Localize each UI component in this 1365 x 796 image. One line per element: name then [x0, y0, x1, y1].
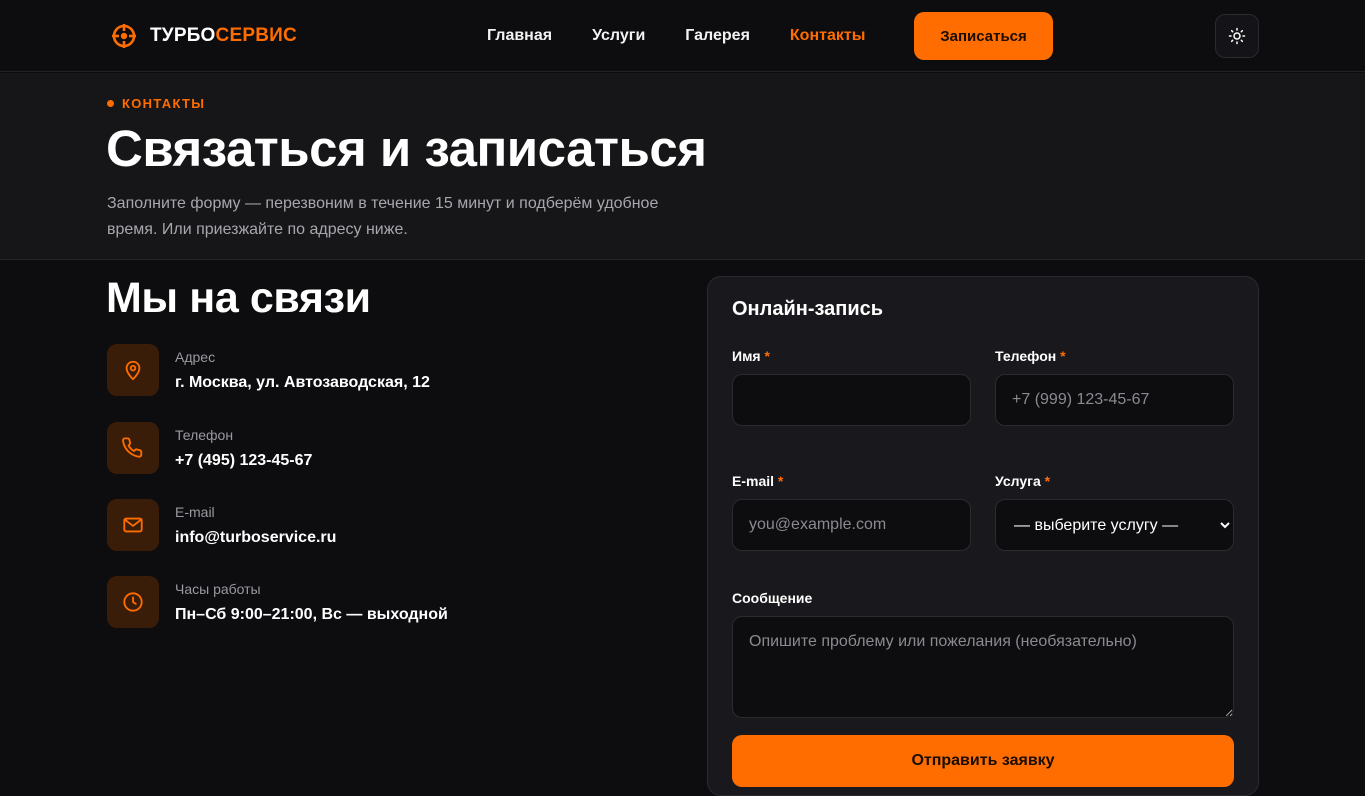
nav-item-contacts[interactable]: Контакты: [790, 26, 865, 46]
nav-item-home[interactable]: Главная: [487, 26, 552, 46]
nav-item-services[interactable]: Услуги: [592, 26, 645, 46]
contact-value: г. Москва, ул. Автозаводская, 12: [175, 374, 430, 391]
main-nav: Главная Услуги Галерея Контакты: [487, 26, 905, 46]
nav-item-gallery[interactable]: Галерея: [685, 26, 750, 46]
eyebrow-text: КОНТАКТЫ: [122, 96, 206, 111]
contact-value-email-link[interactable]: info@turboservice.ru: [175, 529, 336, 547]
sun-icon: [1228, 27, 1246, 45]
page-title: Связаться и записаться: [106, 120, 707, 177]
message-label: Сообщение: [732, 590, 813, 606]
submit-button[interactable]: Отправить заявку: [732, 735, 1234, 787]
required-mark: *: [1044, 473, 1051, 489]
clock-icon: [123, 592, 143, 612]
phone-label-text: Телефон: [995, 348, 1057, 364]
phone-input[interactable]: [995, 374, 1234, 426]
logo[interactable]: ТУРБОСЕРВИС: [111, 23, 297, 49]
contact-label: Телефон: [175, 427, 234, 443]
contact-item-phone: Телефон +7 (495) 123-45-67: [107, 422, 607, 474]
book-button[interactable]: Записаться: [914, 12, 1053, 60]
logo-text-part2: СЕРВИС: [215, 25, 297, 46]
name-label-text: Имя: [732, 348, 761, 364]
email-label: E-mail *: [732, 473, 783, 489]
logo-text-part1: ТУРБО: [150, 25, 216, 46]
email-input[interactable]: [732, 499, 971, 551]
contact-value-phone-link[interactable]: +7 (495) 123-45-67: [175, 452, 312, 470]
theme-toggle-button[interactable]: [1215, 14, 1259, 58]
required-mark: *: [777, 473, 784, 489]
phone-label: Телефон *: [995, 348, 1066, 364]
page-subtitle: Заполните форму — перезвоним в течение 1…: [107, 195, 659, 238]
contact-icon-box: [107, 576, 159, 628]
form-title: Онлайн-запись: [732, 298, 884, 320]
contact-item-email: E-mail info@turboservice.ru: [107, 499, 607, 551]
contact-label: E-mail: [175, 504, 215, 520]
crosshair-logo-icon: [112, 24, 136, 48]
name-label: Имя *: [732, 348, 770, 364]
logo-text: ТУРБОСЕРВИС: [150, 25, 297, 47]
site-header: ТУРБОСЕРВИС Главная Услуги Галерея Конта…: [0, 0, 1365, 72]
required-mark: *: [1060, 348, 1066, 364]
eyebrow: КОНТАКТЫ: [107, 96, 205, 111]
service-select[interactable]: — выберите услугу —: [995, 499, 1234, 551]
map-pin-icon: [125, 360, 141, 381]
contact-icon-box: [107, 422, 159, 474]
required-mark: *: [764, 348, 770, 364]
eyebrow-dot-icon: [107, 100, 114, 107]
hero-section: КОНТАКТЫ Связаться и записаться Заполнит…: [0, 73, 1365, 260]
message-textarea[interactable]: [732, 616, 1234, 718]
mail-icon: [123, 517, 143, 533]
email-label-text: E-mail: [732, 473, 775, 489]
service-label-text: Услуга: [995, 473, 1041, 489]
contact-label: Адрес: [175, 349, 216, 365]
service-label: Услуга *: [995, 473, 1050, 489]
contact-value: Пн–Сб 9:00–21:00, Вс — выходной: [175, 606, 448, 623]
contact-icon-box: [107, 344, 159, 396]
contacts-title: Мы на связи: [106, 274, 371, 322]
contact-icon-box: [107, 499, 159, 551]
phone-icon: [122, 437, 143, 458]
booking-form: Онлайн-запись Имя * Телефон * E-mail * У…: [707, 276, 1259, 796]
contact-label: Часы работы: [175, 581, 261, 597]
contact-item-address: Адрес г. Москва, ул. Автозаводская, 12: [107, 344, 607, 396]
name-input[interactable]: [732, 374, 971, 426]
contact-item-hours: Часы работы Пн–Сб 9:00–21:00, Вс — выход…: [107, 576, 607, 628]
